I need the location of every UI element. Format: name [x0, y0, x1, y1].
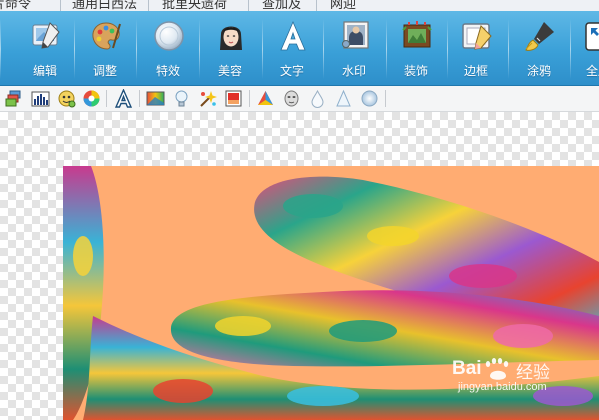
- subtoolbar-divider: [106, 90, 107, 107]
- menu-item[interactable]: 查加及: [262, 0, 301, 11]
- menu-item[interactable]: 通用白西法: [72, 0, 137, 11]
- subtoolbar-divider: [139, 90, 140, 107]
- menu-divider: [60, 0, 61, 11]
- watermark-stamp-icon: [342, 21, 369, 49]
- doodle-button[interactable]: 涂鸦: [510, 11, 568, 85]
- decoration-label: 装饰: [403, 64, 428, 78]
- fullscreen-button[interactable]: 全屏: [571, 11, 599, 85]
- palette-icon: [92, 22, 121, 50]
- effects-lens-icon: [154, 21, 184, 51]
- toolbar-divider: [0, 19, 1, 79]
- cone-icon[interactable]: [334, 89, 353, 108]
- menu-item[interactable]: 批里央遗荷: [162, 0, 227, 11]
- menu-item[interactable]: 片命令: [0, 0, 31, 11]
- text-outline-icon[interactable]: [114, 89, 133, 108]
- decoration-button[interactable]: 装饰: [387, 11, 445, 85]
- menu-divider: [248, 0, 249, 11]
- doodle-label: 涂鸦: [526, 64, 551, 78]
- text-a-icon: [280, 20, 306, 51]
- histogram-icon[interactable]: [31, 89, 50, 108]
- watermark-label: 水印: [341, 64, 366, 78]
- watermark-button[interactable]: 水印: [325, 11, 383, 85]
- edit-button[interactable]: 编辑: [16, 11, 74, 85]
- color-triangle-icon[interactable]: [256, 89, 275, 108]
- effects-label: 特效: [155, 64, 180, 78]
- menu-divider: [316, 0, 317, 11]
- border-button[interactable]: 边框: [447, 11, 505, 85]
- border-frame-icon: [462, 23, 492, 50]
- effects-button[interactable]: 特效: [139, 11, 197, 85]
- text-button[interactable]: 文字: [263, 11, 321, 85]
- face-mask-icon[interactable]: [282, 89, 301, 108]
- toolbar-divider: [199, 19, 200, 79]
- edit-pen-icon: [32, 22, 60, 49]
- adjust-button[interactable]: 调整: [76, 11, 134, 85]
- watermark-brand: Bai: [452, 358, 482, 379]
- sparkle-icon[interactable]: [198, 89, 217, 108]
- menu-item[interactable]: 网迎: [330, 0, 356, 11]
- light-bulb-icon[interactable]: [172, 89, 191, 108]
- color-balance-icon[interactable]: [57, 89, 76, 108]
- subtoolbar-divider: [385, 90, 386, 107]
- border-label: 边框: [463, 64, 488, 78]
- beauty-button[interactable]: 美容: [201, 11, 259, 85]
- edit-label: 编辑: [32, 64, 57, 78]
- fullscreen-label: 全屏: [585, 64, 599, 78]
- layers-icon[interactable]: [5, 89, 24, 108]
- toolbar-divider: [508, 19, 509, 79]
- beauty-face-icon: [220, 26, 242, 50]
- adjust-label: 调整: [92, 64, 117, 78]
- red-square-icon[interactable]: [224, 89, 243, 108]
- subtoolbar-divider: [249, 90, 250, 107]
- gradient-icon[interactable]: [146, 89, 165, 108]
- drop-icon[interactable]: [308, 89, 327, 108]
- toolbar-divider: [74, 19, 75, 79]
- toolbar-divider: [323, 19, 324, 79]
- beauty-label: 美容: [217, 64, 242, 78]
- main-toolbar: 编辑 调整 特效 美容 文字 水印 装饰 边框 涂鸦 全: [0, 11, 599, 86]
- baidu-jingyan-watermark: Bai 经验 jingyan.baidu.com: [452, 352, 592, 394]
- toolbar-divider: [136, 19, 137, 79]
- fullscreen-icon: [585, 22, 599, 51]
- color-wheel-icon[interactable]: [82, 89, 101, 108]
- menu-bar: 片命令 通用白西法 批里央遗荷 查加及 网迎: [0, 0, 599, 11]
- text-label: 文字: [279, 64, 304, 78]
- sub-toolbar: [0, 86, 599, 112]
- watermark-brand-suffix: 经验: [516, 363, 550, 383]
- doodle-brush-icon: [525, 22, 554, 51]
- menu-divider: [148, 0, 149, 11]
- blur-circle-icon[interactable]: [360, 89, 379, 108]
- decoration-frame-icon: [402, 21, 432, 48]
- watermark-url: jingyan.baidu.com: [458, 381, 547, 393]
